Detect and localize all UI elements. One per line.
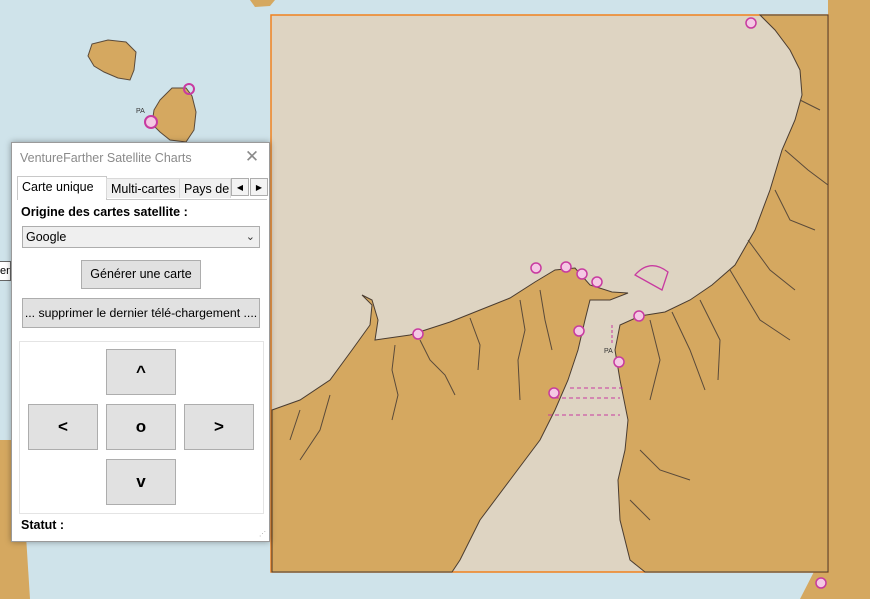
tab-carte-unique[interactable]: Carte unique — [17, 176, 107, 200]
origin-select[interactable]: Google ⌄ — [22, 226, 260, 248]
resize-grip-icon[interactable]: ⋰ — [259, 531, 267, 539]
nav-down-button[interactable]: v — [106, 459, 176, 505]
generate-map-button[interactable]: Générer une carte — [81, 260, 201, 289]
map-label-pa-north: PA — [136, 108, 145, 115]
nav-up-button[interactable]: ^ — [106, 349, 176, 395]
delete-last-download-button[interactable]: ... supprimer le dernier télé-chargement… — [22, 298, 260, 328]
status-label: Statut : — [21, 518, 65, 532]
tab-prev-icon[interactable]: ◀ — [231, 178, 249, 196]
tab-pays[interactable]: Pays de c — [179, 178, 231, 198]
tab-scroll: ◀ ▶ — [231, 178, 269, 197]
nav-left-button[interactable]: < — [28, 404, 98, 450]
marker-icon[interactable] — [144, 115, 158, 129]
tab-next-icon[interactable]: ▶ — [250, 178, 268, 196]
dialog-title: VentureFarther Satellite Charts — [20, 151, 192, 165]
navigation-pad: ^ < o > v — [19, 341, 264, 514]
dialog-titlebar[interactable]: VentureFarther Satellite Charts ✕ — [12, 143, 269, 173]
satellite-charts-dialog: VentureFarther Satellite Charts ✕ Carte … — [11, 142, 270, 542]
map-edge-label: ent — [0, 261, 11, 281]
close-icon[interactable]: ✕ — [243, 147, 261, 167]
tab-bar: Carte unique Multi-cartes Pays de c ◀ ▶ — [17, 176, 269, 200]
map-label-pa-strait: PA — [604, 348, 613, 355]
tab-panel: Origine des cartes satellite : Google ⌄ … — [17, 200, 267, 538]
chevron-down-icon: ⌄ — [245, 231, 255, 243]
origin-label: Origine des cartes satellite : — [21, 205, 188, 219]
nav-center-button[interactable]: o — [106, 404, 176, 450]
origin-select-value: Google — [26, 230, 67, 244]
tab-multi-cartes[interactable]: Multi-cartes — [106, 178, 180, 198]
nav-right-button[interactable]: > — [184, 404, 254, 450]
